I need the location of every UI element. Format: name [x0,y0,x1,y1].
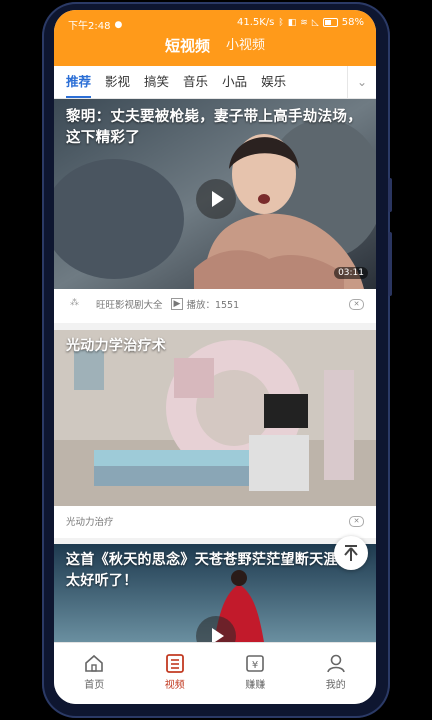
chevron-down-icon[interactable]: ⌄ [347,66,376,98]
nav-item-video[interactable]: 视频 [135,643,216,704]
notification-icon: ● [114,19,123,30]
play-icon[interactable] [196,179,236,219]
video-title[interactable]: 光动力学治疗术 [66,336,362,357]
status-time: 下午2:48 [68,21,111,32]
video-card[interactable]: 光动力学治疗术 光动力治疗 ✕ [54,330,376,538]
power-button [388,178,392,212]
category-skit[interactable]: 小品 [222,66,247,98]
video-title[interactable]: 黎明：丈夫要被枪毙，妻子带上高手劫法场，这下精彩了 [66,107,362,149]
tab-mini-video[interactable]: 小视频 [226,36,265,66]
app-header: 下午2:48 ● 41.5K/s ᛒ ◧ ≋ ◺ 58% 短视频 小视频 [54,10,376,69]
volume-button [388,232,392,296]
play-count: 播放：1551 [186,300,240,311]
tab-short-video[interactable]: 短视频 [165,36,210,69]
play-count-icon: ▶ [170,298,184,310]
channel-avatar-icon: ⁂ [70,298,79,308]
home-icon [85,654,104,672]
arrow-up-icon [344,545,358,561]
battery-icon [322,18,338,27]
category-comedy[interactable]: 搞笑 [144,66,169,98]
bluetooth-icon: ᛒ [278,17,284,28]
app-screen: 下午2:48 ● 41.5K/s ᛒ ◧ ≋ ◺ 58% 短视频 小视频 推荐 … [54,10,376,704]
video-title[interactable]: 这首《秋天的思念》天苍苍野茫茫望断天涯，太好听了！ [66,550,362,592]
video-source[interactable]: 光动力治疗 [66,514,114,528]
category-recommend[interactable]: 推荐 [66,66,92,98]
nav-label: 我的 [325,680,346,691]
video-card[interactable]: 这首《秋天的思念》天苍苍野茫茫望断天涯，太好听了！ [54,544,376,642]
video-thumbnail[interactable]: 黎明：丈夫要被枪毙，妻子带上高手劫法场，这下精彩了 03:11 [54,99,376,289]
video-thumbnail[interactable]: 这首《秋天的思念》天苍苍野茫茫望断天涯，太好听了！ [54,544,376,642]
nav-item-home[interactable]: 首页 [54,643,135,704]
dismiss-icon[interactable]: ✕ [349,516,364,527]
video-card[interactable]: 黎明：丈夫要被枪毙，妻子带上高手劫法场，这下精彩了 03:11 ⁂ 旺旺影视剧大… [54,99,376,323]
category-film[interactable]: 影视 [105,66,130,98]
video-icon [165,654,184,673]
earn-icon: ¥ [246,655,265,672]
video-duration: 03:11 [334,267,368,279]
status-bar: 下午2:48 ● 41.5K/s ᛒ ◧ ≋ ◺ 58% [54,14,376,32]
nav-item-profile[interactable]: 我的 [296,643,377,704]
video-meta: 光动力治疗 ✕ [54,506,376,536]
video-meta: ⁂ 旺旺影视剧大全 ▶ 播放：1551 ✕ [54,289,376,319]
network-speed: 41.5K/s [236,17,275,28]
wifi-icon: ≋ [300,17,308,28]
svg-text:¥: ¥ [252,660,258,671]
nav-label: 视频 [164,680,185,691]
nav-item-earn[interactable]: ¥ 赚赚 [215,643,296,704]
nav-label: 首页 [84,680,105,691]
video-thumbnail[interactable]: 光动力学治疗术 [54,330,376,506]
category-entertainment[interactable]: 娱乐 [261,66,286,98]
dismiss-icon[interactable]: ✕ [349,299,364,310]
mute-icon: ◧ [287,17,297,28]
top-tabs: 短视频 小视频 [54,36,376,69]
category-bar: 推荐 影视 搞笑 音乐 小品 娱乐 ⌄ [54,66,376,99]
nav-label: 赚赚 [245,680,266,691]
signal-icon: ◺ [311,17,319,28]
bottom-nav: 首页 视频 ¥ 赚赚 我的 [54,642,376,704]
video-source[interactable]: 旺旺影视剧大全 [96,297,163,311]
profile-icon [326,654,345,673]
back-to-top-button[interactable] [334,536,368,570]
battery-level: 58% [341,17,364,28]
category-music[interactable]: 音乐 [183,66,208,98]
